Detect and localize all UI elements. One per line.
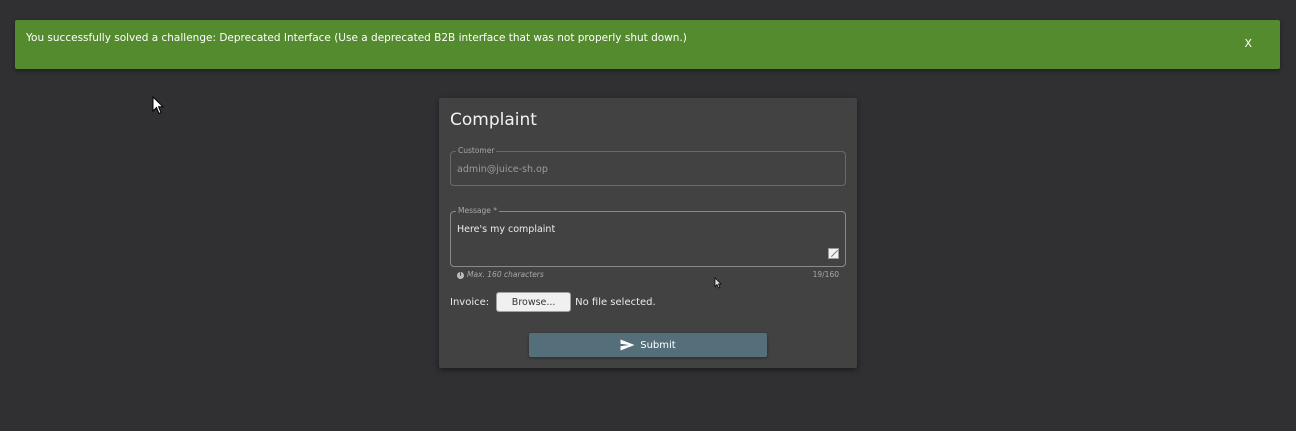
submit-button[interactable]: Submit <box>529 333 767 357</box>
invoice-row: Invoice: Browse... No file selected. <box>450 292 656 312</box>
message-hint-text: Max. 160 characters <box>467 270 544 279</box>
notification-close-button[interactable]: X <box>1244 37 1252 50</box>
message-field-label: Message * <box>456 206 500 216</box>
message-field-value: Here's my complaint <box>457 224 556 235</box>
mouse-cursor-icon <box>152 96 164 115</box>
message-textarea[interactable]: Message * Here's my complaint <box>450 206 846 267</box>
info-icon: i <box>457 271 464 279</box>
message-hint: i Max. 160 characters <box>457 270 544 280</box>
submit-button-label: Submit <box>640 339 676 351</box>
customer-field-label: Customer <box>456 146 497 156</box>
complaint-card: Complaint Customer admin@juice-sh.op Mes… <box>439 98 857 368</box>
notification-message: You successfully solved a challenge: Dep… <box>26 32 687 44</box>
browse-file-button[interactable]: Browse... <box>496 292 572 312</box>
page-title: Complaint <box>450 110 537 130</box>
character-counter: 19/160 <box>812 270 839 279</box>
customer-field-value: admin@juice-sh.op <box>457 164 548 175</box>
send-icon <box>620 339 635 351</box>
customer-field[interactable]: Customer admin@juice-sh.op <box>450 146 846 186</box>
challenge-solved-notification: You successfully solved a challenge: Dep… <box>15 20 1280 69</box>
invoice-label: Invoice: <box>450 296 490 308</box>
secondary-cursor-icon <box>714 277 722 289</box>
file-status-text: No file selected. <box>575 296 656 308</box>
textarea-resize-handle[interactable] <box>828 248 839 259</box>
